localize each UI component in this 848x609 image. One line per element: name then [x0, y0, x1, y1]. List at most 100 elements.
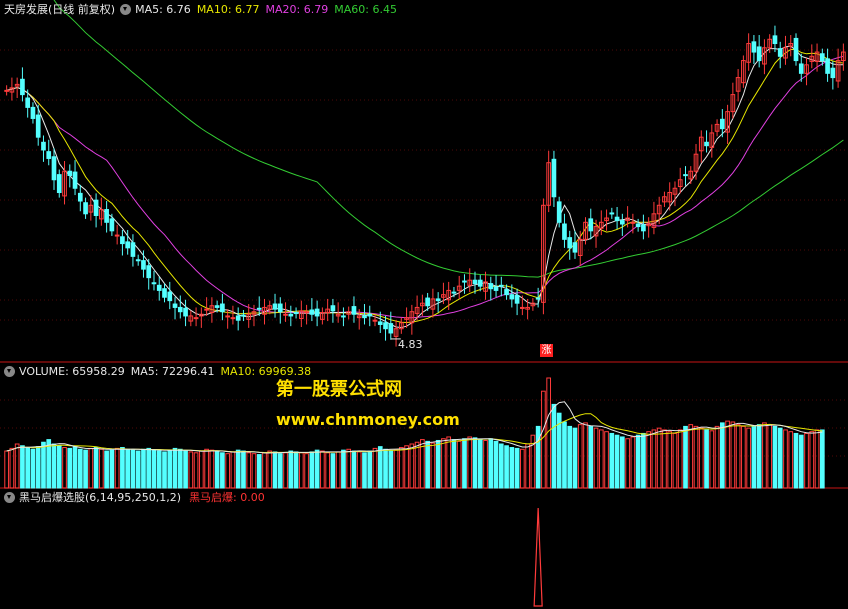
candle-body — [125, 241, 131, 249]
volume-bar — [677, 429, 683, 489]
candle-body — [520, 306, 525, 309]
volume-bar — [304, 453, 309, 489]
volume-bar — [88, 447, 94, 489]
volume-bar — [146, 447, 152, 489]
volume-bar — [446, 436, 452, 489]
candle-body — [130, 242, 136, 257]
volume-bar — [199, 450, 204, 489]
candle-body — [304, 311, 309, 314]
candle-body — [372, 319, 378, 322]
candle-body — [4, 89, 9, 92]
candle-body — [241, 314, 246, 317]
candle-body — [825, 58, 830, 74]
volume-bar — [156, 450, 162, 489]
volume-bar — [414, 441, 420, 489]
volume-bar — [577, 424, 583, 489]
volume-bar — [9, 447, 15, 489]
volume-bar — [514, 447, 520, 489]
volume-bar — [693, 425, 699, 489]
candle-body — [293, 312, 299, 315]
candle-body — [256, 307, 262, 310]
candle-body — [146, 265, 152, 279]
volume-bar — [767, 424, 773, 489]
candle-body — [56, 174, 62, 194]
volume-bar — [456, 440, 462, 489]
volume-bar — [183, 450, 188, 489]
candle-body — [314, 308, 320, 317]
volume-bar — [646, 431, 651, 489]
volume-bar — [462, 438, 467, 489]
volume-bar — [220, 452, 225, 489]
candle-body — [609, 212, 615, 215]
candle-body — [225, 315, 230, 318]
candle-body — [572, 242, 578, 253]
volume-bar — [472, 437, 478, 489]
candle-body — [172, 303, 178, 308]
candle-body — [383, 322, 388, 330]
candle-body — [35, 114, 41, 138]
chevron-down-icon[interactable] — [4, 491, 15, 503]
volume-bar — [504, 445, 509, 489]
candle-body — [798, 63, 804, 74]
volume-bar — [362, 452, 367, 489]
candle-body — [277, 303, 283, 313]
volume-bar — [67, 447, 73, 489]
chevron-down-icon[interactable] — [120, 3, 132, 15]
volume-bar — [356, 451, 362, 489]
candle-body — [104, 209, 109, 223]
volume-bar — [320, 450, 325, 489]
volume-bar — [225, 453, 230, 489]
volume-bar — [93, 447, 99, 489]
candle-body — [777, 48, 783, 57]
volume-bar — [609, 432, 615, 489]
volume-bar — [809, 431, 815, 489]
candle-body — [204, 308, 209, 311]
volume-bar — [467, 436, 473, 489]
volume-bars — [4, 377, 825, 489]
volume-bar — [251, 453, 257, 489]
volume-bar — [477, 439, 483, 489]
volume-bar — [730, 421, 736, 489]
volume-bar — [230, 451, 236, 489]
candle-body — [567, 237, 573, 249]
volume-bar — [214, 451, 220, 489]
volume-bar — [804, 432, 809, 489]
candle-body — [272, 303, 278, 310]
candle-body — [220, 303, 225, 313]
volume-bar — [209, 449, 215, 489]
volume-bar — [367, 450, 373, 489]
volume-bar — [398, 447, 404, 489]
volume-bar — [130, 449, 136, 489]
volume-bar — [783, 429, 788, 489]
volume-bar — [46, 439, 52, 489]
volume-bar — [346, 448, 352, 489]
ma60-label: MA60: 6.45 — [334, 2, 397, 16]
volume-bar — [588, 425, 594, 489]
candle-body — [367, 313, 373, 317]
volume-bar — [435, 439, 441, 489]
ma5-line — [6, 45, 844, 329]
volume-bar — [814, 429, 820, 489]
volume-bar — [267, 450, 273, 489]
volume-bar — [141, 448, 146, 489]
candle-body — [514, 295, 520, 304]
volume-bar — [4, 450, 9, 489]
chevron-down-icon[interactable] — [4, 365, 15, 377]
volume-bar — [751, 425, 757, 489]
ma20-label: MA20: 6.79 — [265, 2, 329, 16]
candle-body — [756, 46, 762, 62]
volume-bar — [598, 429, 604, 489]
watermark-url: www.chnmoney.com — [276, 410, 460, 429]
volume-bar — [309, 451, 315, 489]
low-price-label: 4.83 — [398, 338, 423, 351]
candle-body — [772, 35, 778, 45]
candle-body — [77, 192, 83, 202]
volume-bar — [656, 427, 662, 489]
volume-bar — [41, 441, 46, 489]
candle-body — [472, 279, 478, 285]
candle-body — [830, 67, 836, 79]
volume-bar — [377, 446, 383, 489]
volume-bar — [51, 443, 57, 489]
candle-body — [41, 141, 46, 151]
candle-body — [167, 291, 173, 302]
